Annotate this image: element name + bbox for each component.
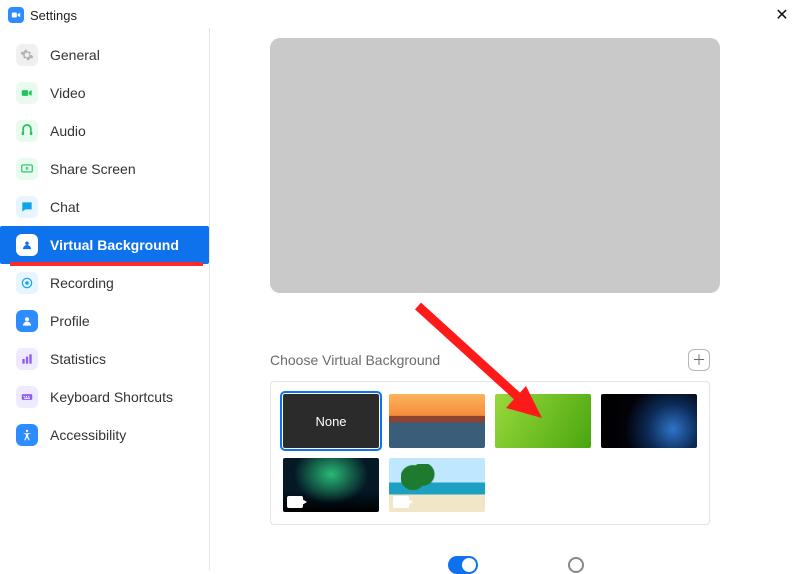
sidebar-item-label: Share Screen: [50, 161, 136, 177]
camera-icon: [287, 496, 303, 508]
audio-icon: [16, 120, 38, 142]
option-toggle[interactable]: [448, 556, 478, 574]
sidebar-item-virtual-background[interactable]: Virtual Background: [0, 226, 209, 264]
gear-icon: [16, 44, 38, 66]
profile-icon: [16, 310, 38, 332]
titlebar: Settings ✕: [0, 0, 800, 28]
sidebar-item-label: Virtual Background: [50, 237, 179, 253]
camera-icon: [393, 496, 409, 508]
sidebar-item-profile[interactable]: Profile: [0, 302, 209, 340]
thumb-aurora[interactable]: [283, 458, 379, 512]
sidebar-item-label: Video: [50, 85, 86, 101]
sidebar-item-keyboard-shortcuts[interactable]: Keyboard Shortcuts: [0, 378, 209, 416]
thumb-grass[interactable]: [495, 394, 591, 448]
chat-icon: [16, 196, 38, 218]
bottom-options: [448, 556, 584, 574]
window-title: Settings: [30, 8, 77, 23]
sidebar: General Video Audio Share Screen Chat: [0, 28, 210, 570]
recording-icon: [16, 272, 38, 294]
video-icon: [16, 82, 38, 104]
sidebar-item-label: Audio: [50, 123, 86, 139]
sidebar-item-chat[interactable]: Chat: [0, 188, 209, 226]
sidebar-item-label: Statistics: [50, 351, 106, 367]
app-icon: [8, 7, 24, 23]
plus-icon: ＋: [692, 350, 706, 370]
add-background-button[interactable]: ＋: [688, 349, 710, 371]
content-area: Choose Virtual Background ＋ None: [210, 28, 800, 570]
sidebar-item-label: Accessibility: [50, 427, 126, 443]
thumb-bridge[interactable]: [389, 394, 485, 448]
thumb-none-label: None: [315, 414, 346, 429]
sidebar-item-accessibility[interactable]: Accessibility: [0, 416, 209, 454]
stats-icon: [16, 348, 38, 370]
sidebar-item-video[interactable]: Video: [0, 74, 209, 112]
sidebar-item-label: General: [50, 47, 100, 63]
sidebar-item-label: Recording: [50, 275, 114, 291]
background-thumbnails: None: [270, 381, 710, 525]
sidebar-item-recording[interactable]: Recording: [0, 264, 209, 302]
option-radio[interactable]: [568, 557, 584, 573]
vb-icon: [16, 234, 38, 256]
sidebar-item-general[interactable]: General: [0, 36, 209, 74]
section-title: Choose Virtual Background: [270, 352, 440, 368]
thumb-none[interactable]: None: [283, 394, 379, 448]
video-preview: [270, 38, 720, 293]
sidebar-item-label: Profile: [50, 313, 90, 329]
share-icon: [16, 158, 38, 180]
thumb-beach[interactable]: [389, 458, 485, 512]
sidebar-item-share-screen[interactable]: Share Screen: [0, 150, 209, 188]
close-button[interactable]: ✕: [772, 5, 792, 25]
keyboard-icon: [16, 386, 38, 408]
sidebar-item-statistics[interactable]: Statistics: [0, 340, 209, 378]
sidebar-item-label: Keyboard Shortcuts: [50, 389, 173, 405]
thumb-earth[interactable]: [601, 394, 697, 448]
sidebar-item-audio[interactable]: Audio: [0, 112, 209, 150]
accessibility-icon: [16, 424, 38, 446]
sidebar-item-label: Chat: [50, 199, 80, 215]
